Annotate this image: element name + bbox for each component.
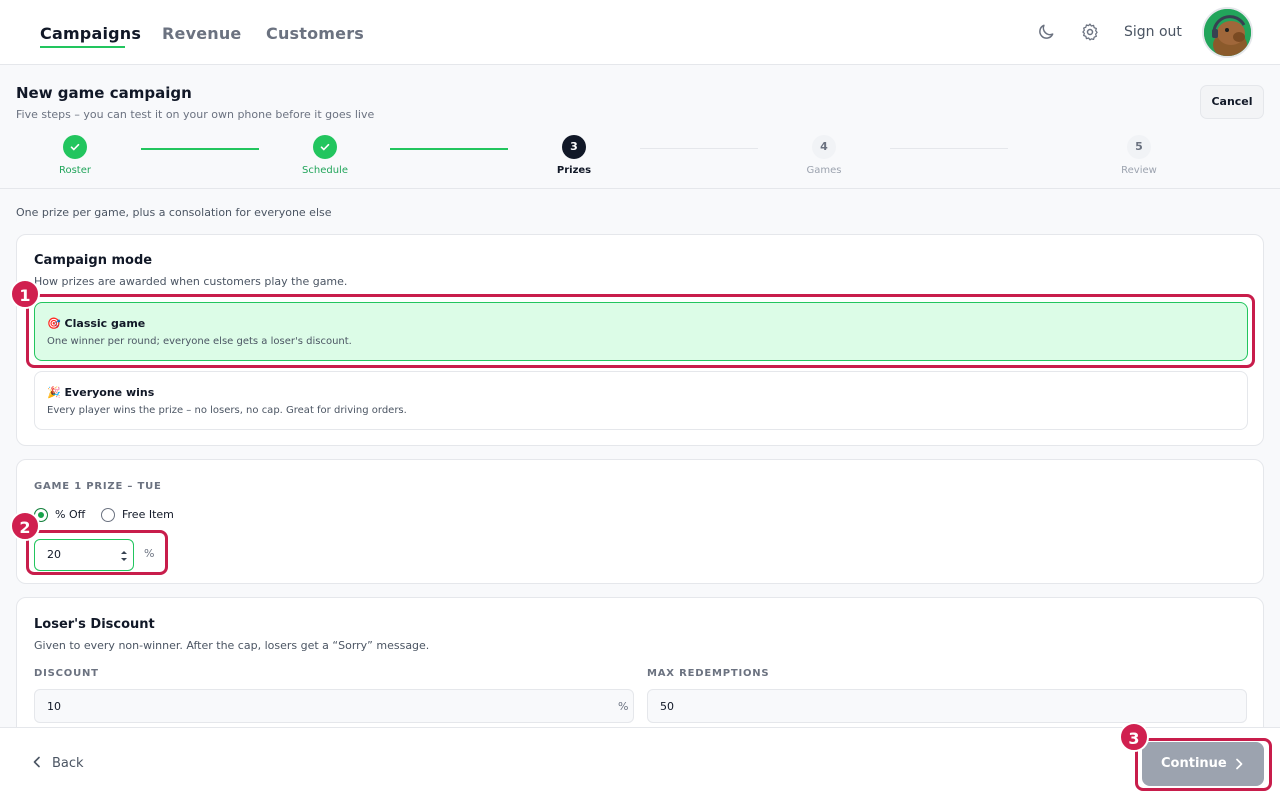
step-number: 5	[1127, 135, 1151, 159]
mode-option-everyone-wins[interactable]: 🎉 Everyone wins Every player wins the pr…	[34, 371, 1248, 430]
top-navbar: Campaigns Revenue Customers Sign out	[0, 0, 1280, 65]
step-label: Roster	[58, 165, 91, 176]
check-icon	[63, 135, 87, 159]
cancel-button[interactable]: Cancel	[1200, 85, 1264, 119]
radio-label-free-item: Free Item	[122, 508, 174, 521]
continue-button[interactable]: Continue	[1142, 742, 1264, 786]
sign-out-link[interactable]: Sign out	[1124, 24, 1182, 40]
back-button[interactable]: Back	[32, 756, 84, 771]
percent-unit: %	[144, 547, 155, 560]
check-icon	[313, 135, 337, 159]
input-value: 50	[660, 700, 674, 713]
avatar[interactable]	[1202, 7, 1253, 58]
input-value: 20	[47, 548, 61, 561]
chevron-left-icon	[33, 756, 40, 768]
prize-percent-input[interactable]: 20	[34, 539, 134, 571]
nav-tab-revenue[interactable]: Revenue	[162, 24, 242, 43]
spinner-arrows-icon[interactable]	[119, 548, 129, 564]
stepper-connector	[390, 148, 508, 150]
max-redemptions-label: MAX REDEMPTIONS	[647, 668, 770, 679]
option-description: One winner per round; everyone else gets…	[47, 336, 352, 347]
annotation-badge-1: 1	[10, 279, 40, 309]
campaign-mode-card: Campaign mode How prizes are awarded whe…	[16, 234, 1264, 446]
step-review[interactable]: 5 Review	[1079, 135, 1199, 176]
wizard-footer: Back Continue	[0, 727, 1280, 800]
radio-free-item[interactable]	[101, 508, 115, 522]
card-subtitle: Given to every non-winner. After the cap…	[34, 639, 430, 652]
page-title: New game campaign	[16, 84, 192, 102]
step-schedule[interactable]: Schedule	[265, 135, 385, 176]
stepper-connector	[890, 148, 1008, 149]
dart-target-icon: 🎯	[47, 317, 61, 330]
stepper-connector	[640, 148, 758, 149]
nav-tab-campaigns[interactable]: Campaigns	[40, 24, 141, 43]
page-header: New game campaign Five steps – you can t…	[0, 65, 1280, 189]
step-label: Review	[1121, 165, 1157, 176]
capybara-avatar-icon	[1204, 9, 1251, 56]
step-prizes[interactable]: 3 Prizes	[514, 135, 634, 176]
game-prize-card: GAME 1 PRIZE – TUE % Off Free Item 20 %	[16, 459, 1264, 584]
stepper-connector	[141, 148, 259, 150]
back-label: Back	[52, 756, 84, 771]
step-label: Games	[806, 165, 842, 176]
option-description: Every player wins the prize – no losers,…	[47, 405, 407, 416]
gear-icon[interactable]	[1080, 22, 1100, 42]
option-title: Classic game	[64, 317, 146, 330]
radio-label-percent-off: % Off	[55, 508, 86, 521]
step-number: 3	[562, 135, 586, 159]
page-subtitle: Five steps – you can test it on your own…	[16, 108, 375, 121]
party-popper-icon: 🎉	[47, 386, 61, 399]
step-roster[interactable]: Roster	[15, 135, 135, 176]
nav-tab-customers[interactable]: Customers	[266, 24, 364, 43]
step-number: 4	[812, 135, 836, 159]
max-redemptions-input[interactable]: 50	[647, 689, 1247, 723]
card-title: Campaign mode	[34, 253, 153, 268]
step-label: Schedule	[302, 165, 348, 176]
annotation-badge-3: 3	[1119, 722, 1149, 752]
continue-label: Continue	[1161, 756, 1227, 771]
step-label: Prizes	[556, 165, 592, 176]
step-description: One prize per game, plus a consolation f…	[16, 206, 332, 219]
percent-unit: %	[618, 700, 629, 713]
card-title: Loser's Discount	[34, 617, 155, 632]
annotation-badge-2: 2	[10, 511, 40, 541]
losers-discount-card: Loser's Discount Given to every non-winn…	[16, 597, 1264, 747]
chevron-right-icon	[1236, 758, 1243, 770]
discount-input[interactable]: 10 %	[34, 689, 634, 723]
input-value: 10	[47, 700, 61, 713]
moon-icon[interactable]	[1036, 22, 1056, 42]
discount-label: DISCOUNT	[34, 668, 99, 679]
mode-option-classic[interactable]: 🎯 Classic game One winner per round; eve…	[34, 302, 1248, 361]
active-tab-indicator	[40, 46, 125, 48]
option-title: Everyone wins	[64, 386, 155, 399]
prize-section-label: GAME 1 PRIZE – TUE	[34, 481, 162, 492]
step-games[interactable]: 4 Games	[764, 135, 884, 176]
card-subtitle: How prizes are awarded when customers pl…	[34, 275, 348, 288]
